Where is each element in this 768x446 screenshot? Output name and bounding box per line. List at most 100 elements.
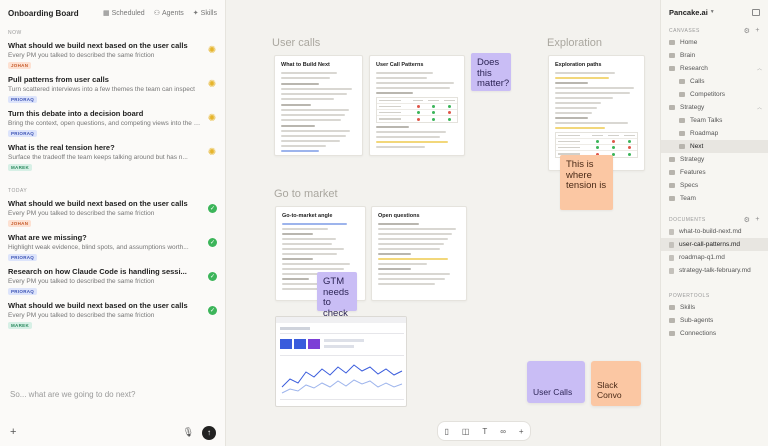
plus-icon[interactable]: + <box>10 426 16 438</box>
send-button[interactable]: ↑ <box>202 426 216 440</box>
task-item[interactable]: What is the real tension here? Surface t… <box>0 140 225 174</box>
canvas-icon <box>669 157 675 162</box>
running-icon: ✺ <box>207 45 217 56</box>
task-item[interactable]: Pull patterns from user calls Turn scatt… <box>0 72 225 106</box>
task-item[interactable]: What should we build next based on the u… <box>0 196 225 230</box>
tab-agents[interactable]: ⚇ Agents <box>153 9 184 18</box>
assignee-tag: PRIORAQ <box>8 96 38 103</box>
canvas-item[interactable]: Home <box>661 36 768 49</box>
task-subtitle: Every PM you talked to described the sam… <box>8 312 155 319</box>
person-icon: ⚇ <box>153 10 160 17</box>
dashboard-thumbnail-graphic <box>276 317 406 400</box>
document-item[interactable]: what-to-build-next.md <box>661 225 768 238</box>
doc-open-questions[interactable]: Open questions <box>371 206 467 301</box>
powertool-item-sub-agents[interactable]: Sub-agents <box>661 314 768 327</box>
canvas-item[interactable]: Strategy <box>661 153 768 166</box>
canvas-item[interactable]: Team Talks <box>661 114 768 127</box>
doc-title: User Call Patterns <box>376 62 424 68</box>
microphone-icon[interactable]: 🎙 <box>183 427 194 438</box>
task-item[interactable]: What should we build next based on the u… <box>0 38 225 72</box>
powertool-item-connections[interactable]: Connections <box>661 327 768 340</box>
left-panel-header: Onboarding Board ▦ Scheduled ⚇ Agents ✦ Ski… <box>0 0 225 26</box>
link-icon[interactable]: ∞ <box>500 427 506 436</box>
canvas-toolbar: ▯ ◫ T ∞ + <box>437 421 531 441</box>
check-icon: ✓ <box>208 272 217 281</box>
canvas-icon <box>679 144 685 149</box>
canvas-icon <box>669 170 675 175</box>
card-user-calls[interactable]: User Calls <box>527 361 585 403</box>
running-icon: ✺ <box>207 79 217 90</box>
sparkle-icon <box>669 305 675 310</box>
settings-icon[interactable]: ⚙ <box>744 216 751 224</box>
canvas-item[interactable]: Specs <box>661 179 768 192</box>
section-heading-go-to-market: Go to market <box>274 188 338 200</box>
canvas-item[interactable]: Features <box>661 166 768 179</box>
chevron-up-icon[interactable]: ︿ <box>757 104 762 111</box>
chevron-up-icon[interactable]: ︿ <box>757 65 762 72</box>
doc-exploration-paths[interactable]: Exploration paths <box>548 55 645 171</box>
add-icon[interactable]: + <box>755 27 760 35</box>
connections-icon <box>669 331 675 336</box>
check-icon: ✓ <box>208 306 217 315</box>
task-title: Turn this debate into a decision board <box>8 109 144 118</box>
composer-input[interactable]: So... what are we going to do next? <box>10 390 135 399</box>
chevron-down-icon[interactable]: ▼ <box>710 9 715 15</box>
doc-icon[interactable]: ▯ <box>444 427 448 436</box>
card-slack-convo[interactable]: Slack Convo <box>591 361 641 406</box>
canvas-item-active[interactable]: Next <box>661 140 768 153</box>
task-subtitle: Every PM you talked to described the sam… <box>8 278 155 285</box>
panel-toggle-icon[interactable] <box>752 8 760 16</box>
task-title: Pull patterns from user calls <box>8 75 109 84</box>
add-icon[interactable]: + <box>519 427 524 436</box>
document-item[interactable]: roadmap-q1.md <box>661 251 768 264</box>
tab-skills[interactable]: ✦ Skills <box>193 9 217 18</box>
tab-scheduled[interactable]: ▦ Scheduled <box>103 9 145 18</box>
task-item[interactable]: Research on how Claude Code is handling … <box>0 264 225 298</box>
text-icon[interactable]: T <box>482 427 487 436</box>
sticky-note[interactable]: GTM needs to check <box>317 272 357 318</box>
note-icon[interactable]: ◫ <box>462 427 470 436</box>
file-icon <box>669 241 674 248</box>
task-subtitle: Every PM you talked to described the sam… <box>8 52 155 59</box>
canvas-item[interactable]: Competitors <box>661 88 768 101</box>
check-icon: ✓ <box>208 238 217 247</box>
task-item[interactable]: Turn this debate into a decision board B… <box>0 106 225 140</box>
doc-what-to-build-next[interactable]: What to Build Next <box>274 55 363 156</box>
document-item[interactable]: strategy-talk-february.md <box>661 264 768 277</box>
canvas-item[interactable]: Strategy ︿ <box>661 101 768 114</box>
doc-title: Go-to-market angle <box>282 213 333 219</box>
canvas-item[interactable]: Research ︿ <box>661 62 768 75</box>
task-item[interactable]: What are we missing? Highlight weak evid… <box>0 230 225 264</box>
canvas-icon <box>669 40 675 45</box>
canvas-item[interactable]: Calls <box>661 75 768 88</box>
task-item[interactable]: What should we build next based on the u… <box>0 298 225 332</box>
doc-title: What to Build Next <box>281 62 330 68</box>
canvas-item[interactable]: Team <box>661 192 768 205</box>
task-title: What should we build next based on the u… <box>8 301 188 310</box>
task-title: What are we missing? <box>8 233 87 242</box>
canvas-icon <box>679 118 685 123</box>
sticky-note[interactable]: This is where tension is <box>560 155 613 210</box>
section-powertools: POWERTOOLS <box>669 293 710 299</box>
doc-title: Open questions <box>378 213 420 219</box>
composer[interactable]: So... what are we going to do next? + 🎙 … <box>0 386 226 446</box>
powertool-item-skills[interactable]: Skills <box>661 301 768 314</box>
assignee-tag: JOHAN <box>8 62 32 69</box>
task-subtitle: Surface the tradeoff the team keeps talk… <box>8 154 188 161</box>
card-label: Slack Convo <box>597 380 622 400</box>
canvas-item[interactable]: Brain <box>661 49 768 62</box>
assignee-tag: MAREK <box>8 322 32 329</box>
section-heading-user-calls: User calls <box>272 37 321 49</box>
assignee-tag: JOHAN <box>8 220 32 227</box>
workspace-name[interactable]: Pancake.ai <box>669 8 708 17</box>
canvas-item[interactable]: Roadmap <box>661 127 768 140</box>
doc-user-call-patterns[interactable]: User Call Patterns <box>369 55 465 156</box>
left-panel: Onboarding Board ▦ Scheduled ⚇ Agents ✦ Ski… <box>0 0 226 446</box>
sticky-note[interactable]: Does this matter? <box>471 53 511 91</box>
dashboard-screenshot[interactable] <box>275 316 407 407</box>
settings-icon[interactable]: ⚙ <box>744 27 751 35</box>
comparison-table <box>376 97 458 123</box>
document-item-active[interactable]: user-call-patterns.md <box>661 238 768 251</box>
section-label-today: TODAY <box>8 188 28 194</box>
add-icon[interactable]: + <box>755 216 760 224</box>
